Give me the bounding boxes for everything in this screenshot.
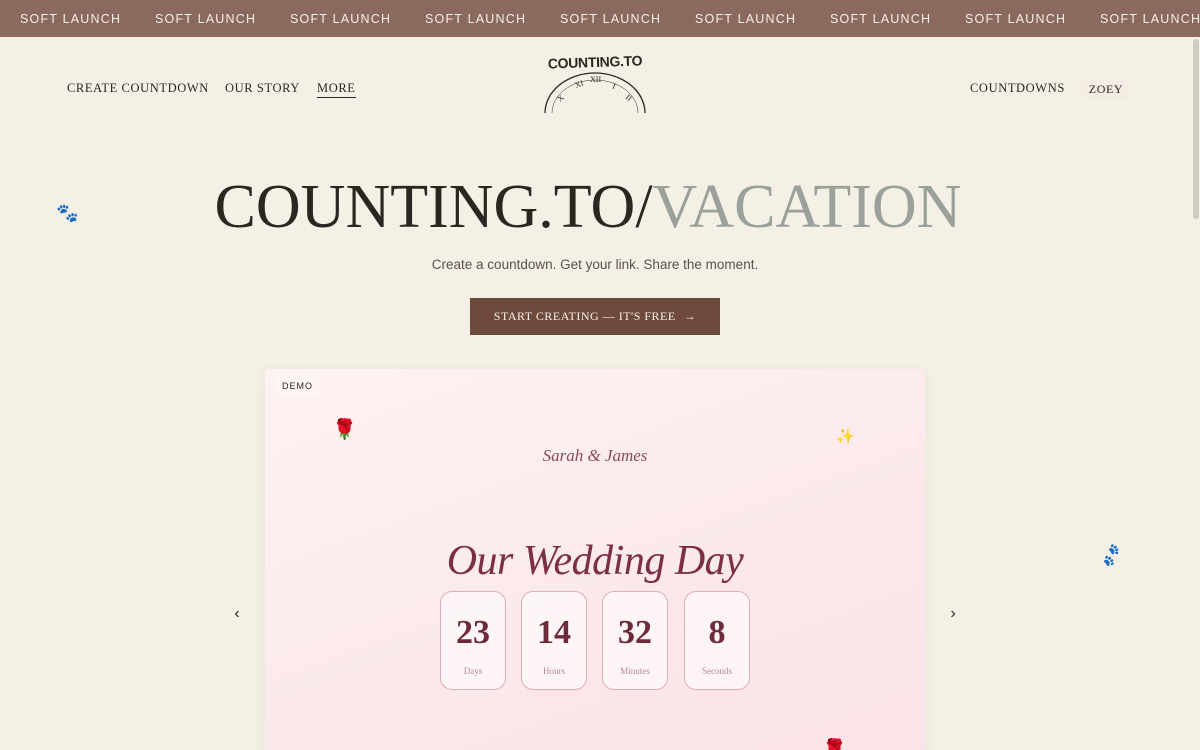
arrow-right-icon: → bbox=[683, 309, 697, 323]
hero-tagline: Create a countdown. Get your link. Share… bbox=[431, 257, 759, 272]
marquee-item: SOFT LAUNCH bbox=[695, 12, 797, 26]
sparkle-icon: ✨ bbox=[836, 428, 855, 445]
cta-label: START CREATING — IT'S FREE bbox=[493, 309, 676, 323]
carousel-prev-button[interactable]: ‹ bbox=[227, 605, 247, 623]
countdown-value: 32 bbox=[618, 614, 652, 651]
user-account-button[interactable]: ZOEY bbox=[1082, 78, 1130, 100]
countdown-tile-minutes: 32 Minutes bbox=[602, 591, 668, 690]
countdown-tile-hours: 14 Hours bbox=[521, 591, 587, 690]
countdown-label: Minutes bbox=[620, 666, 650, 676]
event-title: Our Wedding Day bbox=[446, 538, 744, 584]
carousel-next-button[interactable]: › bbox=[943, 605, 963, 623]
countdown-tile-seconds: 8 Seconds bbox=[684, 591, 750, 690]
nav-our-story[interactable]: OUR STORY bbox=[225, 81, 300, 96]
clock-logo-icon: X XI XII I II bbox=[544, 72, 646, 114]
svg-text:XI: XI bbox=[574, 78, 585, 89]
paw-print-icon: 🐾 bbox=[56, 203, 79, 223]
couple-names: Sarah & James bbox=[542, 446, 648, 465]
logo[interactable]: COUNTING.TO X XI XII I II bbox=[540, 50, 650, 116]
countdown-value: 23 bbox=[456, 614, 490, 651]
marquee-item: SOFT LAUNCH bbox=[560, 12, 662, 26]
countdown-value: 8 bbox=[708, 614, 726, 651]
marquee-item: SOFT LAUNCH bbox=[155, 12, 257, 26]
marquee-item: SOFT LAUNCH bbox=[1100, 12, 1200, 26]
svg-text:X: X bbox=[556, 93, 566, 104]
rose-icon: 🌹 bbox=[822, 739, 847, 750]
svg-text:XII: XII bbox=[590, 75, 601, 84]
hero-title-main: COUNTING.TO/ bbox=[214, 173, 653, 241]
hero-title: COUNTING.TO/VACATION bbox=[0, 172, 1176, 243]
marquee-item: SOFT LAUNCH bbox=[425, 12, 527, 26]
svg-text:II: II bbox=[624, 93, 634, 104]
countdown-tile-days: 23 Days bbox=[440, 591, 506, 690]
rose-icon: 🌹 bbox=[332, 419, 357, 441]
hero-title-accent: VACATION bbox=[652, 173, 962, 241]
nav-countdowns[interactable]: COUNTDOWNS bbox=[970, 81, 1065, 96]
page-scrollbar[interactable] bbox=[1192, 37, 1200, 750]
marquee-item: SOFT LAUNCH bbox=[965, 12, 1067, 26]
marquee-item: SOFT LAUNCH bbox=[290, 12, 392, 26]
nav-create-countdown[interactable]: CREATE COUNTDOWN bbox=[67, 81, 209, 96]
demo-countdown-card[interactable]: DEMO 🌹 ✨ 🌹 Sarah & James Our Wedding Day… bbox=[265, 369, 925, 750]
countdown-value: 14 bbox=[537, 614, 571, 651]
countdown-label: Seconds bbox=[702, 666, 732, 676]
countdown-label: Days bbox=[463, 666, 483, 676]
nav-more[interactable]: MORE bbox=[317, 81, 356, 98]
marquee-item: SOFT LAUNCH bbox=[20, 12, 122, 26]
demo-badge: DEMO bbox=[275, 377, 320, 395]
start-creating-button[interactable]: START CREATING — IT'S FREE → bbox=[470, 298, 720, 335]
countdown-label: Hours bbox=[543, 666, 565, 676]
announcement-marquee: SOFT LAUNCH SOFT LAUNCH SOFT LAUNCH SOFT… bbox=[0, 0, 1200, 37]
marquee-item: SOFT LAUNCH bbox=[830, 12, 932, 26]
scrollbar-thumb[interactable] bbox=[1193, 39, 1199, 219]
paw-print-icon: 🐾 bbox=[1098, 541, 1125, 570]
